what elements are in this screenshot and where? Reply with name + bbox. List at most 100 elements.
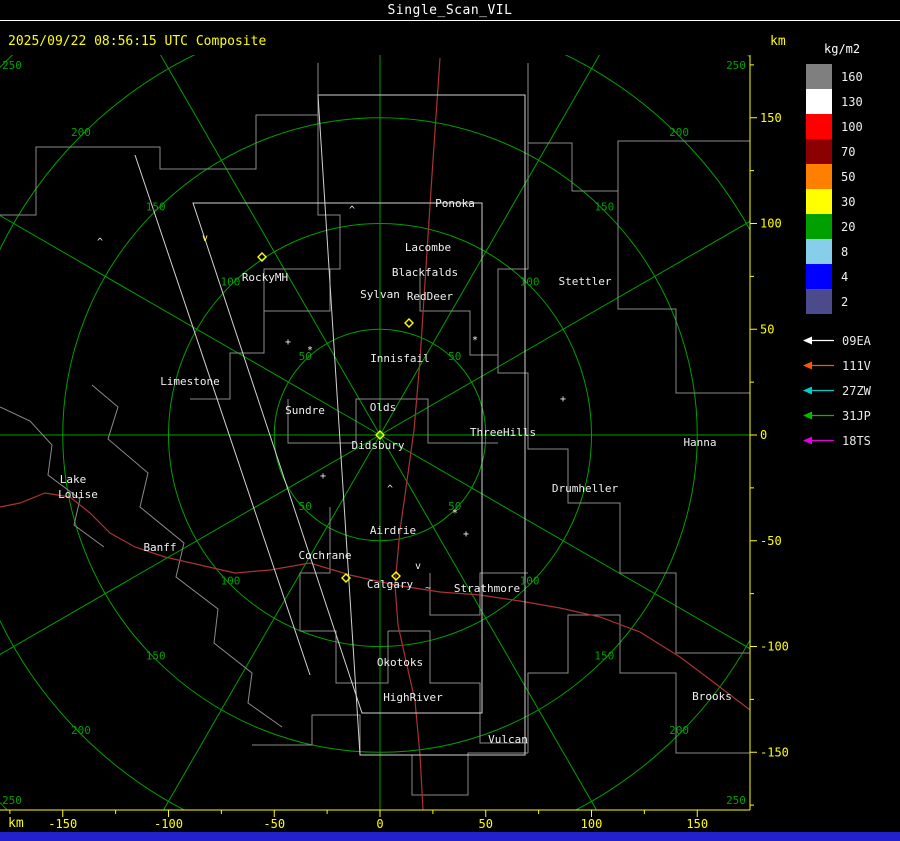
- colorbar-swatch: [806, 239, 832, 264]
- y-axis-unit-label: km: [770, 34, 786, 49]
- x-axis-label: 0: [376, 817, 383, 831]
- colorbar-value: 160: [841, 69, 863, 84]
- x-axis-label: 100: [581, 817, 603, 831]
- range-ring-label: 200: [669, 724, 689, 737]
- map-point-marker: ^: [349, 205, 355, 216]
- highway-line: [0, 492, 396, 586]
- city-label: HighRiver: [383, 691, 443, 704]
- legend-panel: kg/m2 160 130 100 70 50 30 20 8 4 2 09EA 111V 27ZW 3…: [802, 42, 900, 453]
- colorbar-value: 100: [841, 119, 863, 134]
- radar-site-id: 27ZW: [842, 383, 871, 398]
- city-label: Limestone: [160, 375, 220, 388]
- city-label: Ponoka: [435, 197, 475, 210]
- radar-map[interactable]: 50 50 50 50 100 100 100 100 150 150 150 150 200 200 20…: [0, 55, 800, 833]
- colorbar-entry: 8: [802, 239, 900, 264]
- map-point-marker: *: [452, 508, 458, 519]
- city-label: Airdrie: [370, 524, 416, 537]
- map-point-marker: ~: [425, 583, 431, 594]
- y-axis-label: -50: [760, 534, 782, 548]
- radar-site-entry: 18TS: [802, 428, 900, 453]
- range-ring-label: 250: [2, 59, 22, 72]
- colorbar-entry: 70: [802, 139, 900, 164]
- colorbar-entry: 2: [802, 289, 900, 314]
- map-point-marker: *: [472, 335, 478, 346]
- y-axis-label: 150: [760, 111, 782, 125]
- radar-site-id: 111V: [842, 358, 871, 373]
- city-label: RockyMH: [242, 271, 288, 284]
- range-ring-label: 50: [299, 500, 312, 513]
- city-label: Stettler: [559, 275, 612, 288]
- colorbar-swatch: [806, 114, 832, 139]
- y-axis-label: -150: [760, 745, 789, 759]
- radar-site-entry: 09EA: [802, 328, 900, 353]
- city-label: Sundre: [285, 404, 325, 417]
- colorbar-entry: 130: [802, 89, 900, 114]
- colorbar-entry: 4: [802, 264, 900, 289]
- scan-timestamp: 2025/09/22 08:56:15 UTC Composite: [8, 34, 267, 49]
- range-ring-label: 200: [669, 126, 689, 139]
- range-ring-label: 150: [594, 649, 614, 662]
- radar-site-arrow-icon: [803, 436, 834, 445]
- colorbar-entry: 30: [802, 189, 900, 214]
- colorbar-unit-label: kg/m2: [824, 42, 861, 56]
- county-boundary: [91, 384, 283, 728]
- colorbar-value: 20: [841, 219, 856, 234]
- range-ring-label: 100: [520, 275, 540, 288]
- map-point-marker: ^: [387, 484, 393, 495]
- city-label: Blackfalds: [392, 266, 458, 279]
- city-label: Drumheller: [552, 482, 619, 495]
- city-label: Hanna: [683, 436, 716, 449]
- county-boundary: [617, 191, 750, 394]
- range-ring-label: 200: [71, 126, 91, 139]
- x-axis-label: -100: [154, 817, 183, 831]
- y-axis-label: 100: [760, 217, 782, 231]
- range-spoke: [0, 215, 381, 436]
- colorbar-entry: 50: [802, 164, 900, 189]
- city-label: ThreeHills: [470, 426, 536, 439]
- radar-coverage-edge: [134, 154, 311, 676]
- city-label: Sylvan: [360, 288, 400, 301]
- range-ring-label: 150: [146, 201, 166, 214]
- city-label: Brooks: [692, 690, 732, 703]
- colorbar-value: 50: [841, 169, 856, 184]
- map-point-marker: +: [463, 529, 469, 540]
- county-boundary: [0, 63, 319, 216]
- city-label: Calgary: [367, 578, 414, 591]
- colorbar-value: 70: [841, 144, 856, 159]
- radar-site-id: 18TS: [842, 433, 871, 448]
- colorbar-value: 8: [841, 244, 849, 259]
- range-ring-label: 100: [221, 575, 241, 588]
- city-label: Banff: [143, 541, 176, 554]
- map-point-marker: v: [415, 561, 421, 572]
- radar-site-arrow-icon: [803, 411, 834, 420]
- radar-site-id: 31JP: [842, 408, 871, 423]
- city-label: Strathmore: [454, 582, 520, 595]
- y-axis-label: 0: [760, 428, 767, 442]
- colorbar-swatch: [806, 289, 832, 314]
- radar-site-marker: [404, 318, 414, 328]
- map-point-marker: +: [560, 394, 566, 405]
- range-ring-label: 150: [594, 201, 614, 214]
- range-ring-label: 250: [726, 794, 746, 807]
- range-ring-label: 150: [146, 649, 166, 662]
- range-ring-label: 250: [726, 59, 746, 72]
- colorbar-swatch: [806, 139, 832, 164]
- colorbar-swatch: [806, 89, 832, 114]
- map-point-marker: v: [202, 233, 208, 244]
- colorbar-value: 130: [841, 94, 863, 109]
- city-label: Lacombe: [405, 241, 451, 254]
- x-axis-label: 50: [479, 817, 493, 831]
- range-ring-label: 100: [221, 275, 241, 288]
- radar-site-entry: 111V: [802, 353, 900, 378]
- radar-site-id: 09EA: [842, 333, 871, 348]
- city-label: Louise: [58, 488, 98, 501]
- radar-sites-list: 09EA 111V 27ZW 31JP 18TS: [802, 328, 900, 453]
- county-boundary: [419, 269, 498, 356]
- city-label: Vulcan: [488, 733, 528, 746]
- city-label: RedDeer: [407, 290, 454, 303]
- city-label: Cochrane: [299, 549, 352, 562]
- city-label: Innisfail: [370, 352, 430, 365]
- colorbar-value: 2: [841, 294, 849, 309]
- colorbar-entry: 20: [802, 214, 900, 239]
- colorbar-swatch: [806, 64, 832, 89]
